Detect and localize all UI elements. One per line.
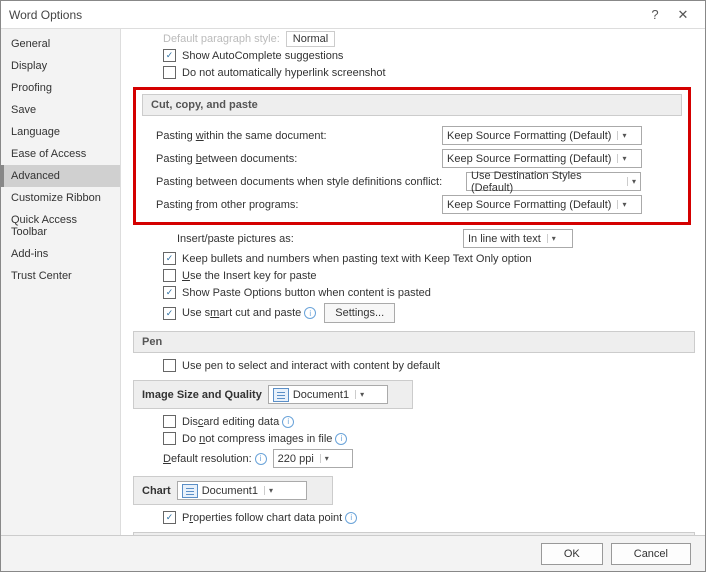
- keep-bullets-checkbox[interactable]: [163, 252, 176, 265]
- pen-heading: Pen: [133, 331, 695, 353]
- smart-cut-row: Use smart cut and paste i Settings...: [163, 301, 695, 325]
- dialog-footer: OK Cancel: [1, 535, 705, 571]
- hyperlink-screenshot-checkbox[interactable]: [163, 66, 176, 79]
- cut-copy-paste-highlight: Cut, copy, and paste Pasting within the …: [133, 87, 691, 225]
- help-button[interactable]: ?: [641, 7, 669, 22]
- chevron-down-icon: ▾: [617, 154, 626, 163]
- chevron-down-icon: ▾: [617, 200, 626, 209]
- autocomplete-row: Show AutoComplete suggestions: [163, 47, 695, 64]
- sidebar-item-proofing[interactable]: Proofing: [1, 77, 120, 99]
- discard-editing-row: Discard editing data i: [163, 413, 695, 430]
- sidebar-item-display[interactable]: Display: [1, 55, 120, 77]
- chevron-down-icon: ▾: [320, 454, 329, 463]
- chevron-down-icon: ▾: [355, 390, 364, 399]
- default-paragraph-style-row: Default paragraph style: Normal: [163, 31, 695, 47]
- info-icon[interactable]: i: [345, 512, 357, 524]
- sidebar-item-customize-ribbon[interactable]: Customize Ribbon: [1, 187, 120, 209]
- use-pen-checkbox[interactable]: [163, 359, 176, 372]
- pasting-conflict-row: Pasting between documents when style def…: [156, 170, 682, 193]
- pasting-within-label: Pasting within the same document:: [156, 130, 442, 142]
- smart-cut-checkbox[interactable]: [163, 307, 176, 320]
- info-icon[interactable]: i: [304, 307, 316, 319]
- window-title: Word Options: [9, 8, 641, 22]
- pasting-conflict-label: Pasting between documents when style def…: [156, 176, 466, 188]
- document-icon: [273, 388, 289, 402]
- sidebar-item-add-ins[interactable]: Add-ins: [1, 243, 120, 265]
- no-compress-label: Do not compress images in file: [182, 433, 332, 445]
- sidebar-item-quick-access-toolbar[interactable]: Quick Access Toolbar: [1, 209, 120, 243]
- sidebar-item-language[interactable]: Language: [1, 121, 120, 143]
- category-sidebar: General Display Proofing Save Language E…: [1, 29, 121, 535]
- image-target-dropdown[interactable]: Document1▾: [268, 385, 388, 404]
- pasting-between-row: Pasting between documents: Keep Source F…: [156, 147, 682, 170]
- pasting-other-dropdown[interactable]: Keep Source Formatting (Default)▾: [442, 195, 642, 214]
- default-resolution-row: Default resolution: i 220 ppi▾: [163, 447, 695, 470]
- smart-cut-label: Use smart cut and paste: [182, 307, 301, 319]
- document-icon: [182, 484, 198, 498]
- pasting-other-row: Pasting from other programs: Keep Source…: [156, 193, 682, 216]
- info-icon[interactable]: i: [335, 433, 347, 445]
- keep-bullets-label: Keep bullets and numbers when pasting te…: [182, 253, 532, 265]
- settings-button[interactable]: Settings...: [324, 303, 395, 323]
- chevron-down-icon: ▾: [547, 234, 556, 243]
- default-resolution-dropdown[interactable]: 220 ppi▾: [273, 449, 353, 468]
- hyperlink-screenshot-label: Do not automatically hyperlink screensho…: [182, 67, 386, 79]
- show-paste-options-checkbox[interactable]: [163, 286, 176, 299]
- autocomplete-label: Show AutoComplete suggestions: [182, 50, 343, 62]
- sidebar-item-general[interactable]: General: [1, 33, 120, 55]
- chevron-down-icon: ▾: [264, 486, 273, 495]
- info-icon[interactable]: i: [282, 416, 294, 428]
- hyperlink-screenshot-row: Do not automatically hyperlink screensho…: [163, 64, 695, 81]
- show-paste-options-row: Show Paste Options button when content i…: [163, 284, 695, 301]
- insert-pictures-dropdown[interactable]: In line with text▾: [463, 229, 573, 248]
- use-pen-row: Use pen to select and interact with cont…: [163, 357, 695, 374]
- autocomplete-checkbox[interactable]: [163, 49, 176, 62]
- cancel-button[interactable]: Cancel: [611, 543, 691, 565]
- image-size-quality-heading: Image Size and Quality Document1▾: [133, 380, 413, 409]
- ok-button[interactable]: OK: [541, 543, 603, 565]
- chevron-down-icon: ▾: [617, 131, 626, 140]
- discard-editing-label: Discard editing data: [182, 416, 279, 428]
- no-compress-row: Do not compress images in file i: [163, 430, 695, 447]
- keep-bullets-row: Keep bullets and numbers when pasting te…: [163, 250, 695, 267]
- pasting-between-label: Pasting between documents:: [156, 153, 442, 165]
- cut-copy-paste-heading: Cut, copy, and paste: [142, 94, 682, 116]
- default-paragraph-style-dropdown[interactable]: Normal: [286, 31, 335, 47]
- sidebar-item-trust-center[interactable]: Trust Center: [1, 265, 120, 287]
- chevron-down-icon: ▾: [627, 177, 636, 186]
- insert-pictures-label: Insert/paste pictures as:: [177, 233, 463, 245]
- insert-key-checkbox[interactable]: [163, 269, 176, 282]
- main-panel: Default paragraph style: Normal Show Aut…: [121, 29, 705, 535]
- chart-properties-label: Properties follow chart data point: [182, 512, 342, 524]
- default-paragraph-style-label: Default paragraph style:: [163, 33, 280, 45]
- pasting-within-dropdown[interactable]: Keep Source Formatting (Default)▾: [442, 126, 642, 145]
- pasting-other-label: Pasting from other programs:: [156, 199, 442, 211]
- show-paste-options-label: Show Paste Options button when content i…: [182, 287, 431, 299]
- pasting-between-dropdown[interactable]: Keep Source Formatting (Default)▾: [442, 149, 642, 168]
- sidebar-item-save[interactable]: Save: [1, 99, 120, 121]
- chart-heading: Chart Document1▾: [133, 476, 333, 505]
- default-resolution-label: Default resolution:: [163, 453, 252, 465]
- pasting-within-row: Pasting within the same document: Keep S…: [156, 124, 682, 147]
- insert-key-label: Use the Insert key for paste: [182, 270, 317, 282]
- close-button[interactable]: ✕: [669, 7, 697, 23]
- no-compress-checkbox[interactable]: [163, 432, 176, 445]
- sidebar-item-advanced[interactable]: Advanced: [1, 165, 120, 187]
- use-pen-label: Use pen to select and interact with cont…: [182, 360, 440, 372]
- discard-editing-checkbox[interactable]: [163, 415, 176, 428]
- title-bar: Word Options ? ✕: [1, 1, 705, 29]
- chart-properties-row: Properties follow chart data point i: [163, 509, 695, 526]
- chart-properties-checkbox[interactable]: [163, 511, 176, 524]
- pasting-conflict-dropdown[interactable]: Use Destination Styles (Default)▾: [466, 172, 641, 191]
- insert-key-row: Use the Insert key for paste: [163, 267, 695, 284]
- chart-target-dropdown[interactable]: Document1▾: [177, 481, 307, 500]
- sidebar-item-ease-of-access[interactable]: Ease of Access: [1, 143, 120, 165]
- insert-pictures-row: Insert/paste pictures as: In line with t…: [177, 227, 695, 250]
- info-icon[interactable]: i: [255, 453, 267, 465]
